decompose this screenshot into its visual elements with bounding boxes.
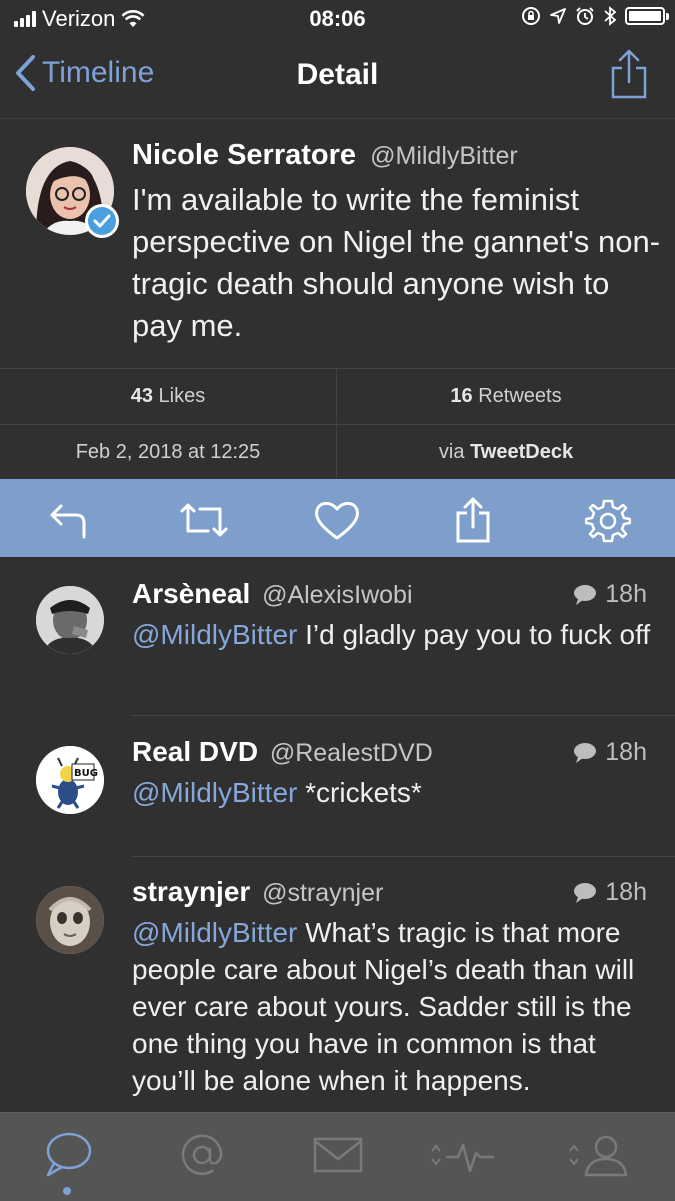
reply-time: 18h: [605, 878, 647, 906]
battery-fill: [629, 11, 661, 21]
mentions-at-icon: [181, 1134, 223, 1176]
reply-author-handle[interactable]: @RealestDVD: [270, 739, 433, 767]
reply-body: I’d gladly pay you to fuck off: [297, 619, 651, 650]
orientation-lock-icon: [522, 7, 540, 25]
battery-icon: [625, 7, 669, 25]
share-icon: [611, 49, 647, 99]
reply-icon: [50, 504, 86, 539]
retweets-count-button[interactable]: 16 Retweets: [337, 369, 675, 423]
tab-activity[interactable]: [428, 1129, 494, 1181]
tweet-header: Nicole Serratore @MildlyBitter: [132, 139, 518, 172]
share-tweet-button[interactable]: [450, 497, 496, 543]
status-bar: Verizon 08:06: [0, 0, 675, 40]
status-right: [521, 6, 669, 26]
tab-mentions[interactable]: [172, 1129, 232, 1181]
avatar-badge-text: BUG: [74, 768, 98, 779]
tab-messages[interactable]: [308, 1129, 368, 1181]
likes-label: Likes: [158, 385, 206, 407]
reply-author-name[interactable]: Real DVD: [132, 736, 258, 767]
share-icon: [456, 497, 490, 543]
via-prefix: via: [438, 441, 465, 463]
reply-bubble-icon: [574, 584, 597, 605]
reply-header: straynjer @straynjer: [132, 876, 383, 908]
tweet-date: Feb 2, 2018 at 12:25: [0, 424, 337, 478]
author-handle[interactable]: @MildlyBitter: [370, 142, 518, 170]
reply-text: @MildlyBitter What’s tragic is that more…: [132, 914, 652, 1099]
messages-envelope-icon: [313, 1137, 363, 1173]
tweet-stats: 43 Likes 16 Retweets Feb 2, 2018 at 12:2…: [0, 368, 675, 479]
retweets-label: Retweets: [478, 385, 562, 407]
tweet-source: via TweetDeck: [337, 424, 675, 478]
tweet-action-bar: [0, 479, 675, 557]
retweet-icon: [180, 503, 228, 537]
heart-icon: [315, 502, 359, 540]
tab-timeline[interactable]: [38, 1129, 98, 1181]
reply-time: 18h: [605, 738, 647, 766]
page-title: Detail: [296, 58, 379, 91]
settings-gear-icon: [584, 499, 632, 543]
retweets-count: 16: [450, 385, 473, 407]
divider: [132, 856, 675, 857]
mention-link[interactable]: @MildlyBitter: [132, 619, 297, 650]
reply-text: @MildlyBitter *crickets*: [132, 774, 652, 811]
reply-button[interactable]: [46, 497, 92, 543]
active-tab-indicator: [63, 1187, 71, 1195]
avatar[interactable]: [36, 886, 104, 954]
reply-bubble-icon: [574, 742, 597, 763]
reply-author-name[interactable]: straynjer: [132, 876, 250, 907]
reply-tweet[interactable]: straynjer @straynjer 18h @MildlyBitter W…: [0, 876, 675, 1112]
likes-count-button[interactable]: 43 Likes: [0, 369, 337, 423]
tab-profile[interactable]: [566, 1129, 628, 1181]
bluetooth-icon: [604, 6, 617, 26]
reply-time: 18h: [605, 580, 647, 608]
via-app: TweetDeck: [470, 441, 574, 463]
reply-timestamp: 18h: [573, 878, 647, 907]
likes-count: 43: [130, 385, 153, 407]
reply-tweet[interactable]: Arsèneal @AlexisIwobi 18h @MildlyBitter …: [0, 578, 675, 716]
reply-author-handle[interactable]: @AlexisIwobi: [262, 581, 412, 609]
timeline-chat-icon: [46, 1132, 92, 1177]
avatar[interactable]: [36, 586, 104, 654]
mention-link[interactable]: @MildlyBitter: [132, 917, 297, 948]
settings-button[interactable]: [584, 497, 632, 543]
reply-text: @MildlyBitter I’d gladly pay you to fuck…: [132, 616, 652, 653]
reply-author-name[interactable]: Arsèneal: [132, 578, 250, 609]
divider: [132, 715, 675, 716]
avatar[interactable]: BUG: [36, 746, 104, 814]
activity-icon: [431, 1143, 494, 1173]
reply-body: *crickets*: [297, 777, 422, 808]
reply-header: Arsèneal @AlexisIwobi: [132, 578, 413, 610]
reply-timestamp: 18h: [573, 580, 647, 609]
profile-icon: [569, 1135, 628, 1177]
location-icon: [550, 8, 566, 24]
reply-author-handle[interactable]: @straynjer: [262, 879, 383, 907]
reply-header: Real DVD @RealestDVD: [132, 736, 433, 768]
reply-timestamp: 18h: [573, 738, 647, 767]
tweet-text: I'm available to write the feminist pers…: [132, 182, 661, 343]
alarm-icon: [576, 7, 594, 25]
reply-tweet[interactable]: BUG Real DVD @RealestDVD 18h @MildlyBitt…: [0, 736, 675, 856]
like-button[interactable]: [313, 497, 359, 543]
retweet-button[interactable]: [178, 497, 228, 543]
mention-link[interactable]: @MildlyBitter: [132, 777, 297, 808]
share-button[interactable]: [609, 48, 649, 105]
navigation-bar: Timeline Detail: [0, 40, 675, 114]
verified-badge-icon: [84, 203, 120, 239]
main-tweet: Nicole Serratore @MildlyBitter I'm avail…: [0, 118, 675, 367]
author-name[interactable]: Nicole Serratore: [132, 139, 356, 171]
reply-bubble-icon: [574, 882, 597, 903]
tab-bar: [0, 1112, 675, 1201]
